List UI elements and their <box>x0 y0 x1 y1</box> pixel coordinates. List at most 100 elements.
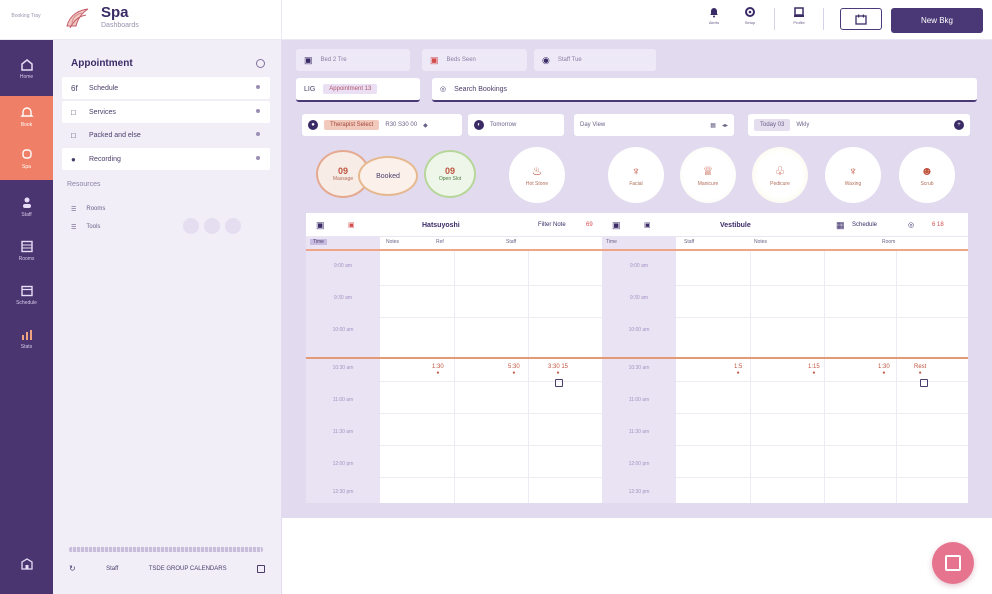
therapist-filter[interactable]: ● Therapist Select R30 S30 00 ◆ <box>302 114 462 136</box>
time-slot: 12:30 pm <box>332 489 354 495</box>
checkbox-icon[interactable] <box>256 564 265 573</box>
chip-label: Bed 2 Tre <box>320 57 347 63</box>
date-field[interactable]: LIG Appointment 13 <box>296 78 420 102</box>
time-slot: 9:30 am <box>333 295 353 301</box>
appointment-event[interactable]: 1:30 ● <box>432 364 444 376</box>
time-slot: 10:30 am <box>332 365 354 371</box>
status-hot-stone[interactable]: ♨ Hot Stone <box>509 147 565 203</box>
nav-rail: Home Book Spa Staff Rooms Schedule Stats <box>0 40 53 594</box>
grid-line <box>380 477 603 478</box>
person-icon <box>22 197 31 208</box>
chip-beds-seen[interactable]: ▣ Beds Seen <box>422 49 527 71</box>
appointment-event[interactable]: 3:30 15 ● <box>548 364 568 376</box>
info-icon[interactable] <box>256 59 265 68</box>
rail-label: Stats <box>20 344 33 350</box>
calendar-title[interactable]: Vestibule <box>720 213 751 237</box>
day-view-select[interactable]: Day View ▦ ◂▸ <box>574 114 734 136</box>
side-sub-tools[interactable]: ☰ Tools <box>71 224 100 231</box>
header-divider <box>823 8 824 30</box>
time-slot: 12:00 pm <box>628 461 650 467</box>
rail-label: Book <box>20 122 33 128</box>
rail-item-staff[interactable]: Staff <box>0 186 53 228</box>
rail-item-book[interactable]: Book <box>0 96 53 138</box>
appointment-event[interactable]: 5:30 ● <box>508 364 520 376</box>
side-item-packed[interactable]: □ Packed and else <box>62 124 270 146</box>
side-sub-rooms[interactable]: ☰ Rooms <box>71 206 105 213</box>
compose-icon <box>945 555 961 571</box>
appointment-event[interactable]: 1:30 ● <box>878 364 890 376</box>
booking-summary-cluster: 09 Massage Booked 09 Open Slot <box>316 150 481 200</box>
rail-item-spa[interactable]: Spa <box>0 138 53 180</box>
rail-item-building[interactable] <box>0 542 53 584</box>
side-sub-label: Rooms <box>86 206 106 212</box>
side-footer[interactable]: ↻ Staff TSDE GROUP CALENDARS <box>69 564 265 573</box>
status-label: Waxing <box>844 180 862 187</box>
new-booking-button[interactable]: New Bkg <box>891 8 983 33</box>
appointment-event[interactable]: 1:5 ● <box>734 364 742 376</box>
calendar-toggle-button[interactable] <box>840 8 882 30</box>
chip-staff[interactable]: ◉ Staff Tue <box>534 49 656 71</box>
side-item-recording[interactable]: ● Recording <box>62 148 270 170</box>
time-slot: 11:30 am <box>628 429 650 435</box>
chip-bed[interactable]: ▣ Bed 2 Tre <box>296 49 410 71</box>
calendar-subheader: Time Notes Ref Staff <box>306 237 603 251</box>
event-checkbox[interactable] <box>920 379 928 387</box>
grid-line <box>824 251 825 503</box>
time-slot: 10:00 am <box>332 327 354 333</box>
rail-item-home[interactable]: Home <box>0 48 53 90</box>
status-waxing[interactable]: ♆ Waxing <box>825 147 881 203</box>
chevron-icon[interactable]: ◂▸ <box>722 122 728 129</box>
room-icon[interactable]: ▣ <box>316 213 325 237</box>
profile-button[interactable]: Profile <box>787 6 811 32</box>
time-slot: 11:00 am <box>628 397 650 403</box>
time-slot: 10:30 am <box>628 365 650 371</box>
sub-col: Time <box>310 239 327 245</box>
rail-item-rooms[interactable]: Rooms <box>0 230 53 272</box>
open-slot-bubble[interactable]: 09 Open Slot <box>424 150 476 198</box>
pedicure-icon: ♧ <box>774 163 786 178</box>
facial-icon: ♆ <box>631 163 641 178</box>
grid-line <box>676 317 968 318</box>
setup-button[interactable]: Setup <box>738 6 762 32</box>
tomorrow-filter[interactable]: ◐ Tomorrow <box>468 114 564 136</box>
side-panel-title: Appointment <box>71 58 133 69</box>
date-field-prefix: LIG <box>304 85 316 93</box>
status-dot <box>256 85 260 89</box>
sub-col: Time <box>606 239 617 245</box>
tray-label: Booking Tray <box>11 13 41 19</box>
status-facial[interactable]: ♆ Facial <box>608 147 664 203</box>
event-dot: ● <box>812 370 816 376</box>
status-manicure[interactable]: ♕ Manicure <box>680 147 736 203</box>
side-item-services[interactable]: □ Services <box>62 101 270 123</box>
alert-icon[interactable]: ▣ <box>348 213 355 237</box>
appointment-event[interactable]: Rest ● <box>914 364 926 376</box>
open-count: 09 <box>444 166 455 176</box>
calendar-header: ▣ ▣ Vestibule ▦ Schedule ◎ 6 18 <box>602 213 968 237</box>
rail-item-schedule[interactable]: Schedule <box>0 274 53 316</box>
grid-view-icon[interactable]: ▦ <box>710 122 716 129</box>
booked-bubble[interactable]: Booked <box>358 156 418 196</box>
alerts-label: Alerts <box>708 20 720 25</box>
diamond-icon: ◆ <box>423 122 428 129</box>
alert-icon[interactable]: ▣ <box>644 213 651 237</box>
current-time-line <box>602 357 968 359</box>
side-item-schedule[interactable]: 6f Schedule <box>62 77 270 99</box>
grid-icon[interactable]: ▦ <box>836 213 845 237</box>
rooms-icon: ☰ <box>71 207 77 213</box>
bed-icon: ▣ <box>304 54 313 65</box>
room-icon[interactable]: ▣ <box>612 213 621 237</box>
brand-area: Booking Tray Spa Dashboards <box>0 0 282 40</box>
weekly-filter[interactable]: Today 03 Wkly + <box>748 114 970 136</box>
event-dot: ● <box>918 370 922 376</box>
calendar-title[interactable]: Hatsuyoshi <box>422 213 460 237</box>
status-pedicure[interactable]: ♧ Pedicure <box>752 147 808 203</box>
clock-icon[interactable]: ◎ <box>908 213 914 237</box>
alerts-button[interactable]: Alerts <box>702 6 726 32</box>
appointment-event[interactable]: 1:15 ● <box>808 364 820 376</box>
add-icon[interactable]: + <box>954 120 964 130</box>
event-checkbox[interactable] <box>555 379 563 387</box>
status-scrub[interactable]: ☻ Scrub <box>899 147 955 203</box>
search-input[interactable]: ◎ Search Bookings <box>432 78 977 102</box>
rail-item-stats[interactable]: Stats <box>0 318 53 360</box>
compose-fab-button[interactable] <box>932 542 974 584</box>
